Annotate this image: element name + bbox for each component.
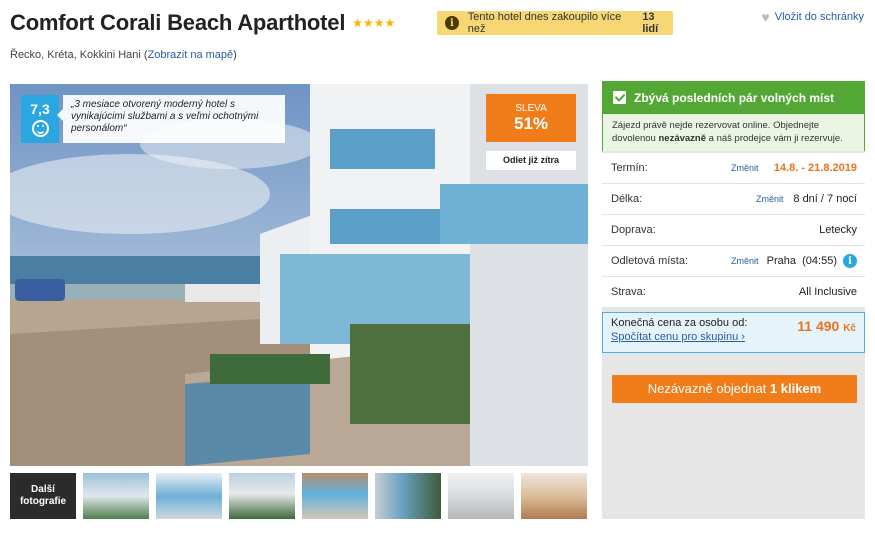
photo-thumbnails: Další fotografie <box>10 473 587 519</box>
trip-details: Termín: Změnit 14.8. - 21.8.2019 Délka: … <box>602 153 865 308</box>
rating-badge: 7,3 „3 mesiace otvorený moderný hotel s … <box>21 95 285 143</box>
thumbnail-7[interactable] <box>521 473 587 519</box>
hotel-stars: ★★★★ <box>352 16 396 30</box>
board-value: All Inclusive <box>798 286 857 298</box>
title-row: Comfort Corali Beach Aparthotel ★★★★ <box>10 8 395 38</box>
location-text: Řecko, Kréta, Kokkini Hani ( <box>10 49 148 61</box>
row-term: Termín: Změnit 14.8. - 21.8.2019 <box>602 153 865 184</box>
chevron-right-icon: › <box>741 331 745 343</box>
wishlist-label: Vložit do schránky <box>774 11 864 23</box>
thumbnail-4[interactable] <box>302 473 368 519</box>
change-departure-link[interactable]: Změnit <box>731 256 759 266</box>
departure-value: Praha (04:55) <box>766 255 837 267</box>
thumbnail-5[interactable] <box>375 473 441 519</box>
hotel-title: Comfort Corali Beach Aparthotel <box>10 10 346 35</box>
depart-tomorrow-button[interactable]: Odlet již zítra <box>486 151 576 170</box>
thumbnail-1[interactable] <box>83 473 149 519</box>
rating-quote: „3 mesiace otvorený moderný hotel s vyni… <box>57 95 285 143</box>
booking-notice: Zájezd právě nejde rezervovat online. Ob… <box>602 114 865 151</box>
price-value: 11 490 Kč <box>797 318 856 334</box>
order-button[interactable]: Nezávazně objednat 1 klikem <box>612 375 857 403</box>
length-value: 8 dní / 7 nocí <box>793 193 857 205</box>
price-box: Konečná cena za osobu od: 11 490 Kč Spoč… <box>602 312 865 353</box>
thumbnail-6[interactable] <box>448 473 514 519</box>
location-line: Řecko, Kréta, Kokkini Hani (Zobrazit na … <box>10 49 237 61</box>
row-departure: Odletová místa: Změnit Praha (04:55) i <box>602 246 865 277</box>
term-value: 14.8. - 21.8.2019 <box>773 162 857 174</box>
discount-badge: SLEVA 51% <box>486 94 576 142</box>
availability-header: Zbývá posledních pár volných míst <box>602 81 865 114</box>
wishlist-button[interactable]: ♥ Vložit do schránky <box>761 9 864 25</box>
info-icon: i <box>445 16 459 30</box>
checkbox-icon <box>613 91 626 104</box>
more-photos-button[interactable]: Další fotografie <box>10 473 76 519</box>
thumbnail-3[interactable] <box>229 473 295 519</box>
change-term-link[interactable]: Změnit <box>731 163 759 173</box>
discount-label: SLEVA <box>515 102 547 114</box>
row-transport: Doprava: Letecky <box>602 215 865 246</box>
rating-score: 7,3 <box>21 95 59 143</box>
transport-value: Letecky <box>819 224 857 236</box>
heart-icon: ♥ <box>761 9 770 25</box>
show-on-map-link[interactable]: Zobrazit na mapě <box>148 49 234 61</box>
thumbnail-2[interactable] <box>156 473 222 519</box>
row-length: Délka: Změnit 8 dní / 7 nocí <box>602 184 865 215</box>
change-length-link[interactable]: Změnit <box>756 194 784 204</box>
smiley-icon <box>31 120 49 137</box>
row-board: Strava: All Inclusive <box>602 277 865 308</box>
discount-value: 51% <box>513 113 549 133</box>
purchase-notice-text: Tento hotel dnes zakoupilo více než <box>467 11 622 35</box>
purchase-notice-badge: i Tento hotel dnes zakoupilo více než 13… <box>437 11 673 35</box>
purchase-notice-count: 13 lidí <box>642 11 659 35</box>
info-icon[interactable]: i <box>843 254 857 268</box>
booking-panel: Zbývá posledních pár volných míst Zájezd… <box>602 81 865 519</box>
